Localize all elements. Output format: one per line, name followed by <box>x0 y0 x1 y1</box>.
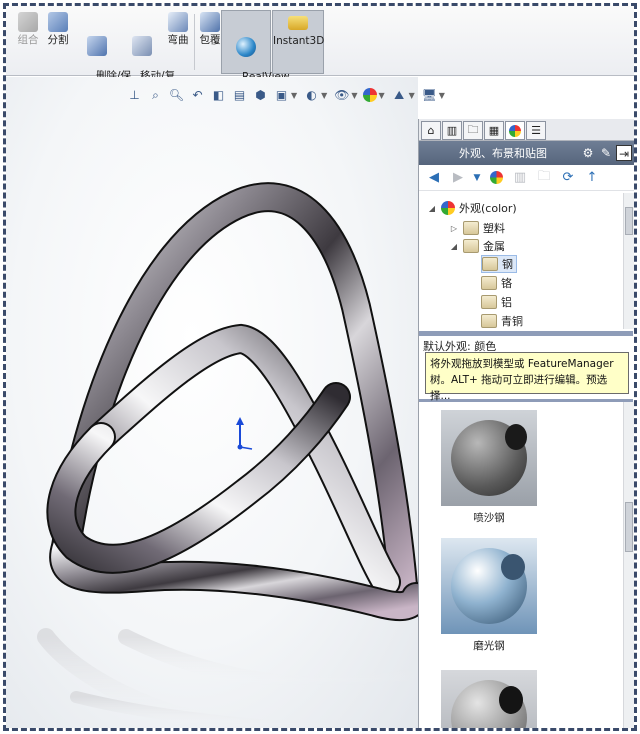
folder-icon <box>482 257 498 271</box>
tree-node-aluminum[interactable]: 铝 <box>481 293 512 311</box>
thumbnail-label: 磨光钢 <box>473 640 505 652</box>
gear-icon[interactable]: ⚙ <box>580 145 596 161</box>
wrap-icon <box>200 12 220 32</box>
custom-properties-icon[interactable]: ☰ <box>526 121 546 140</box>
gallery-scrollbar[interactable] <box>623 402 634 728</box>
chevron-down-icon[interactable]: ▼ <box>378 91 384 100</box>
chevron-down-icon[interactable]: ▼ <box>351 91 357 100</box>
flex-button[interactable]: 弯曲 <box>164 12 192 46</box>
forward-icon: ▶ <box>453 170 463 185</box>
previous-view-icon[interactable]: ↶ <box>189 87 206 104</box>
instant3d-button[interactable]: Instant3D <box>272 10 324 74</box>
ribbon-separator <box>194 14 195 70</box>
folder-icon <box>481 314 497 328</box>
combine-icon <box>18 12 38 32</box>
zoom-area-icon[interactable]: 🔍︎ <box>168 87 185 104</box>
display-style-icon[interactable]: ⬢ <box>252 87 269 104</box>
appearance-tree: ◢ 外观(color) ▷ 塑料 ◢ 金属 钢 铬 铝 青铜 <box>419 193 633 329</box>
task-pane: ⌂ ▥ 🗀 ▦ ☰ 外观、布景和贴图 ⚙ ✎ ⇥ ◀ ▶ ▼ ▥ 🗀 ⟳ ↑ ◢ <box>418 119 634 728</box>
hide-show-icon[interactable]: ▣ <box>273 87 290 104</box>
thumbnail-label: 喷沙钢 <box>473 512 505 524</box>
back-icon[interactable]: ◀ <box>425 169 443 187</box>
section-view-icon[interactable]: ◧ <box>210 87 227 104</box>
pane-splitter[interactable] <box>419 331 633 336</box>
library-icon: ▥ <box>513 170 527 185</box>
tree-node-plastic[interactable]: ▷ 塑料 <box>449 219 505 237</box>
edit-appearance-icon[interactable]: ◐ <box>303 87 320 104</box>
color-palette-icon[interactable] <box>363 88 378 102</box>
torus-knot-model[interactable] <box>6 77 418 728</box>
folder-icon <box>463 239 479 253</box>
chevron-down-icon[interactable]: ▼ <box>439 91 445 100</box>
home-icon[interactable]: ⌂ <box>421 121 441 140</box>
appearance-thumbnail[interactable]: 磨光钢 <box>441 538 537 653</box>
tree-node-chrome[interactable]: 铬 <box>481 274 512 292</box>
expand-toggle-icon[interactable]: ▷ <box>449 224 459 233</box>
scene-icon[interactable]: ⛰︎ <box>391 87 408 104</box>
view-orientation-icon[interactable]: ⊥ <box>126 87 143 104</box>
dynamic-annotation-icon[interactable]: ▤ <box>231 87 248 104</box>
scrollbar-thumb[interactable] <box>625 502 633 552</box>
task-pane-nav: ◀ ▶ ▼ ▥ 🗀 ⟳ ↑ <box>419 165 634 191</box>
graphics-area[interactable] <box>6 77 418 728</box>
appearance-thumbnail[interactable]: 喷沙钢 <box>441 410 537 525</box>
wrap-button[interactable]: 包覆 <box>196 12 224 46</box>
app-window: 组合 分割 删除/保 留实体 移动/复 制实体 弯曲 包覆 RealView 图… <box>3 3 637 731</box>
move-copy-body-icon <box>132 36 152 56</box>
tree-node-root[interactable]: ◢ 外观(color) <box>427 199 517 217</box>
model-reflection <box>37 628 414 728</box>
textured-steel-swatch <box>441 670 537 728</box>
appearance-gallery: 喷沙钢 磨光钢 <box>419 402 623 728</box>
heads-up-view-toolbar: ⊥ ⌕ 🔍︎ ↶ ◧ ▤ ⬢ ▣ ▼ ◐ ▼ 👁︎ ▼ ▼ ⛰︎ ▼ 🖥︎ ▼ <box>126 84 447 106</box>
view-palette-icon[interactable]: ▦ <box>484 121 504 140</box>
task-pane-tabs: ⌂ ▥ 🗀 ▦ ☰ <box>419 119 634 141</box>
chevron-down-icon[interactable]: ▼ <box>409 91 415 100</box>
combine-button[interactable]: 组合 <box>14 12 42 46</box>
tree-node-steel[interactable]: 钢 <box>481 255 517 273</box>
realview-graphics-button[interactable]: RealView 图形 <box>221 10 290 95</box>
close-pane-icon[interactable]: ⇥ <box>616 145 632 161</box>
reference-triad <box>236 417 253 450</box>
instant3d-icon <box>288 16 308 30</box>
expand-toggle-icon[interactable]: ◢ <box>427 204 437 213</box>
view-settings-icon[interactable]: 🖥︎ <box>421 87 438 104</box>
folder-icon <box>481 295 497 309</box>
split-icon <box>48 12 68 32</box>
command-manager-ribbon: 组合 分割 删除/保 留实体 移动/复 制实体 弯曲 包覆 RealView 图… <box>6 6 634 95</box>
split-button[interactable]: 分割 <box>44 12 72 46</box>
chevron-down-icon[interactable]: ▼ <box>291 91 297 100</box>
appearance-ball-icon <box>441 201 455 215</box>
appearance-thumbnail[interactable] <box>441 670 537 728</box>
task-pane-title-bar: 外观、布景和贴图 ⚙ ✎ ⇥ <box>419 141 634 165</box>
sandblasted-steel-swatch <box>441 410 537 506</box>
scrollbar-thumb[interactable] <box>625 207 633 235</box>
task-pane-title: 外观、布景和贴图 <box>459 147 547 160</box>
folder-icon <box>463 221 479 235</box>
pin-icon[interactable]: ✎ <box>598 145 614 161</box>
up-icon[interactable]: ↑ <box>583 169 601 187</box>
flex-icon <box>168 12 188 32</box>
apply-scene-icon[interactable]: 👁︎ <box>333 87 350 104</box>
zoom-to-fit-icon[interactable]: ⌕ <box>147 87 164 104</box>
drag-hint-tooltip: 将外观拖放到模型或 FeatureManager 树。ALT+ 拖动可立即进行编… <box>425 352 629 402</box>
realview-icon <box>236 37 256 57</box>
refresh-icon[interactable]: ⟳ <box>559 169 577 187</box>
design-library-icon[interactable]: ▥ <box>442 121 462 140</box>
tree-node-bronze[interactable]: 青铜 <box>481 312 523 329</box>
file-explorer-icon[interactable]: 🗀 <box>463 121 483 140</box>
folder-icon: 🗀 <box>537 168 551 184</box>
delete-keep-body-icon <box>87 36 107 56</box>
chevron-down-icon[interactable]: ▼ <box>321 91 327 100</box>
color-swatch-icon[interactable] <box>487 169 505 187</box>
expand-toggle-icon[interactable]: ◢ <box>449 242 459 251</box>
tree-scrollbar[interactable] <box>623 193 634 329</box>
polished-steel-swatch <box>441 538 537 634</box>
appearances-icon[interactable] <box>505 121 525 140</box>
tree-node-metal[interactable]: ◢ 金属 <box>449 237 505 255</box>
chevron-down-icon[interactable]: ▼ <box>473 169 481 187</box>
folder-icon <box>481 276 497 290</box>
